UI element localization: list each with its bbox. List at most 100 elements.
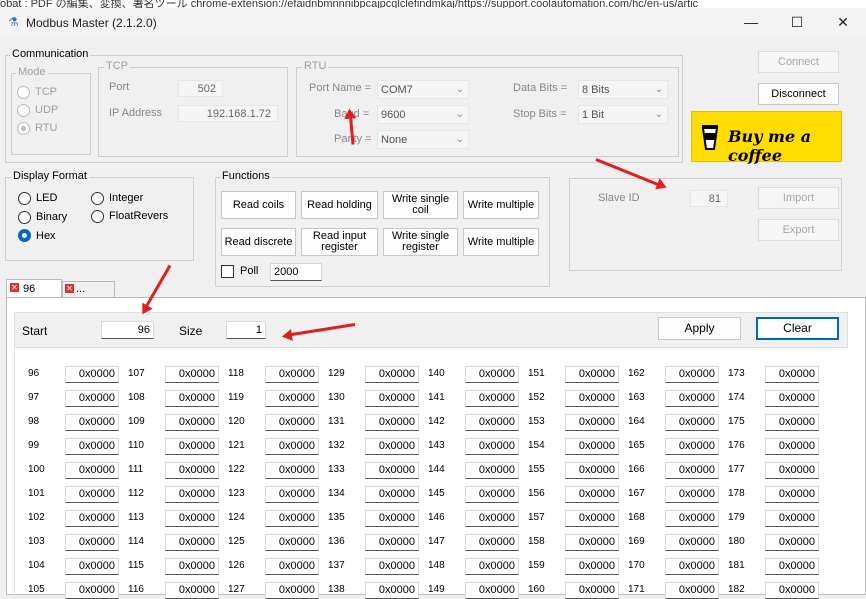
register-value-field[interactable]: 0x0000 bbox=[465, 534, 519, 551]
register-value-field[interactable]: 0x0000 bbox=[65, 582, 119, 599]
register-value-field[interactable]: 0x0000 bbox=[365, 462, 419, 479]
register-value-field[interactable]: 0x0000 bbox=[765, 510, 819, 527]
register-value-field[interactable]: 0x0000 bbox=[565, 414, 619, 431]
register-value-field[interactable]: 0x0000 bbox=[565, 510, 619, 527]
register-value-field[interactable]: 0x0000 bbox=[65, 534, 119, 551]
start-input[interactable]: 96 bbox=[101, 321, 154, 339]
register-value-field[interactable]: 0x0000 bbox=[465, 414, 519, 431]
parity-select[interactable]: None ⌄ bbox=[377, 130, 469, 149]
register-value-field[interactable]: 0x0000 bbox=[665, 366, 719, 383]
register-value-field[interactable]: 0x0000 bbox=[465, 390, 519, 407]
register-value-field[interactable]: 0x0000 bbox=[265, 462, 319, 479]
write-multiple-coils-button[interactable]: Write multiple bbox=[463, 191, 539, 219]
register-value-field[interactable]: 0x0000 bbox=[765, 534, 819, 551]
register-value-field[interactable]: 0x0000 bbox=[365, 366, 419, 383]
register-value-field[interactable]: 0x0000 bbox=[165, 582, 219, 599]
mode-tcp-radio[interactable] bbox=[17, 86, 30, 99]
size-input[interactable]: 1 bbox=[226, 321, 266, 339]
poll-checkbox[interactable] bbox=[221, 265, 234, 278]
register-value-field[interactable]: 0x0000 bbox=[365, 510, 419, 527]
poll-interval-input[interactable]: 2000 bbox=[270, 263, 322, 281]
register-value-field[interactable]: 0x0000 bbox=[65, 462, 119, 479]
ip-field[interactable]: 192.168.1.72 bbox=[178, 105, 278, 122]
register-value-field[interactable]: 0x0000 bbox=[265, 558, 319, 575]
register-value-field[interactable]: 0x0000 bbox=[365, 390, 419, 407]
register-value-field[interactable]: 0x0000 bbox=[65, 438, 119, 455]
register-value-field[interactable]: 0x0000 bbox=[465, 582, 519, 599]
mode-udp-radio[interactable] bbox=[17, 104, 30, 117]
register-value-field[interactable]: 0x0000 bbox=[565, 558, 619, 575]
register-value-field[interactable]: 0x0000 bbox=[65, 510, 119, 527]
register-value-field[interactable]: 0x0000 bbox=[365, 558, 419, 575]
export-button[interactable]: Export bbox=[758, 219, 839, 241]
register-value-field[interactable]: 0x0000 bbox=[665, 558, 719, 575]
register-value-field[interactable]: 0x0000 bbox=[565, 462, 619, 479]
import-button[interactable]: Import bbox=[758, 187, 839, 209]
apply-button[interactable]: Apply bbox=[658, 317, 741, 340]
format-led-radio[interactable] bbox=[18, 192, 31, 205]
register-value-field[interactable]: 0x0000 bbox=[765, 558, 819, 575]
register-value-field[interactable]: 0x0000 bbox=[265, 438, 319, 455]
read-holding-button[interactable]: Read holding bbox=[301, 191, 378, 219]
register-value-field[interactable]: 0x0000 bbox=[465, 510, 519, 527]
baud-select[interactable]: 9600 ⌄ bbox=[377, 105, 469, 124]
register-value-field[interactable]: 0x0000 bbox=[765, 486, 819, 503]
register-value-field[interactable]: 0x0000 bbox=[665, 510, 719, 527]
register-value-field[interactable]: 0x0000 bbox=[465, 438, 519, 455]
register-value-field[interactable]: 0x0000 bbox=[665, 390, 719, 407]
register-value-field[interactable]: 0x0000 bbox=[165, 558, 219, 575]
buy-me-a-coffee-button[interactable]: Buy me a coffee bbox=[691, 111, 842, 165]
register-value-field[interactable]: 0x0000 bbox=[465, 558, 519, 575]
register-value-field[interactable]: 0x0000 bbox=[665, 414, 719, 431]
close-tab-icon[interactable]: ✕ bbox=[10, 283, 19, 292]
register-value-field[interactable]: 0x0000 bbox=[365, 534, 419, 551]
register-value-field[interactable]: 0x0000 bbox=[165, 366, 219, 383]
register-value-field[interactable]: 0x0000 bbox=[65, 366, 119, 383]
tab-96[interactable]: ✕ 96 bbox=[6, 279, 62, 298]
register-value-field[interactable]: 0x0000 bbox=[765, 462, 819, 479]
format-hex-radio[interactable] bbox=[18, 229, 31, 242]
register-value-field[interactable]: 0x0000 bbox=[165, 390, 219, 407]
format-floatrevers-radio[interactable] bbox=[91, 210, 104, 223]
register-value-field[interactable]: 0x0000 bbox=[365, 438, 419, 455]
tab-2[interactable]: ✕ ... bbox=[62, 281, 115, 298]
write-single-coil-button[interactable]: Write single coil bbox=[383, 191, 458, 219]
register-value-field[interactable]: 0x0000 bbox=[265, 366, 319, 383]
register-value-field[interactable]: 0x0000 bbox=[165, 414, 219, 431]
format-integer-radio[interactable] bbox=[91, 192, 104, 205]
write-single-register-button[interactable]: Write single register bbox=[383, 228, 458, 256]
close-button[interactable]: ✕ bbox=[820, 8, 866, 36]
register-value-field[interactable]: 0x0000 bbox=[765, 366, 819, 383]
clear-button[interactable]: Clear bbox=[756, 317, 839, 340]
register-value-field[interactable]: 0x0000 bbox=[165, 462, 219, 479]
register-value-field[interactable]: 0x0000 bbox=[665, 438, 719, 455]
connect-button[interactable]: Connect bbox=[758, 51, 839, 73]
register-value-field[interactable]: 0x0000 bbox=[65, 486, 119, 503]
register-value-field[interactable]: 0x0000 bbox=[565, 366, 619, 383]
disconnect-button[interactable]: Disconnect bbox=[758, 83, 839, 105]
register-value-field[interactable]: 0x0000 bbox=[65, 390, 119, 407]
register-value-field[interactable]: 0x0000 bbox=[565, 390, 619, 407]
read-input-register-button[interactable]: Read input register bbox=[301, 228, 378, 256]
stop-bits-select[interactable]: 1 Bit ⌄ bbox=[578, 105, 668, 124]
write-multiple-registers-button[interactable]: Write multiple bbox=[463, 228, 539, 256]
port-name-select[interactable]: COM7 ⌄ bbox=[377, 80, 469, 99]
read-discrete-button[interactable]: Read discrete bbox=[221, 228, 296, 256]
register-value-field[interactable]: 0x0000 bbox=[265, 486, 319, 503]
register-value-field[interactable]: 0x0000 bbox=[565, 438, 619, 455]
register-value-field[interactable]: 0x0000 bbox=[665, 462, 719, 479]
register-value-field[interactable]: 0x0000 bbox=[565, 534, 619, 551]
register-value-field[interactable]: 0x0000 bbox=[465, 462, 519, 479]
register-value-field[interactable]: 0x0000 bbox=[465, 486, 519, 503]
register-value-field[interactable]: 0x0000 bbox=[365, 582, 419, 599]
register-value-field[interactable]: 0x0000 bbox=[265, 414, 319, 431]
register-value-field[interactable]: 0x0000 bbox=[165, 510, 219, 527]
format-binary-radio[interactable] bbox=[18, 211, 31, 224]
register-value-field[interactable]: 0x0000 bbox=[265, 534, 319, 551]
register-value-field[interactable]: 0x0000 bbox=[265, 582, 319, 599]
mode-rtu-radio[interactable] bbox=[17, 122, 30, 135]
register-value-field[interactable]: 0x0000 bbox=[65, 558, 119, 575]
register-value-field[interactable]: 0x0000 bbox=[665, 486, 719, 503]
close-tab-icon[interactable]: ✕ bbox=[65, 284, 74, 293]
register-value-field[interactable]: 0x0000 bbox=[665, 534, 719, 551]
